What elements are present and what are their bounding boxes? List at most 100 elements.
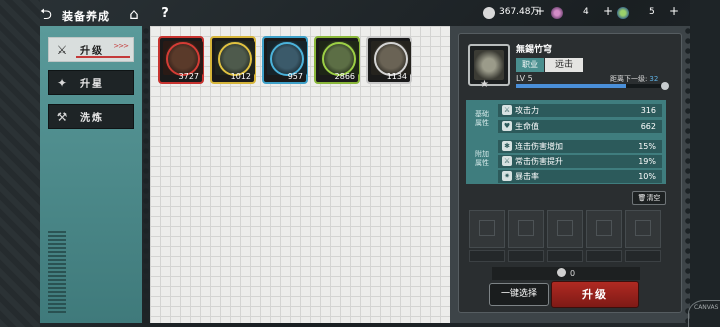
active-arrows: >>> <box>113 42 129 50</box>
stat-value: 316 <box>640 106 656 115</box>
add-silver-button[interactable]: + <box>533 5 547 19</box>
normal-hit-icon: ⚔ <box>502 156 512 166</box>
equipment-art <box>474 50 504 80</box>
material-slot[interactable] <box>547 210 583 248</box>
canvas-stamp: CANVAS <box>688 300 720 327</box>
empty-slot-icon <box>518 220 534 236</box>
stat-name: 攻击力 <box>515 106 539 115</box>
star-icon: ★ <box>480 79 489 90</box>
add-gem-button[interactable]: + <box>601 5 615 19</box>
clear-label: 清空 <box>646 194 661 202</box>
add-stamina-button[interactable]: + <box>667 5 681 19</box>
stat-value: 10% <box>638 172 656 181</box>
extra-stats-label: 附加属性 <box>475 150 489 167</box>
material-item[interactable]: 1012 <box>210 36 256 84</box>
material-slot[interactable] <box>508 210 544 248</box>
material-count: 957 <box>287 72 303 81</box>
background-stripe <box>0 0 40 327</box>
material-item[interactable]: 1134 <box>366 36 412 84</box>
slot-count <box>547 250 583 262</box>
slot-count <box>625 250 661 262</box>
silver-coin-icon <box>556 268 566 277</box>
nav-item-upgrade[interactable]: ⚔ 升级 >>> <box>48 37 134 62</box>
equipment-name: 無錫竹穹 <box>516 45 553 55</box>
next-level-label: 距离下一级: <box>610 75 648 83</box>
rarity-ring <box>166 42 200 76</box>
stat-name: 连击伤害增加 <box>515 142 563 151</box>
material-item[interactable]: 2866 <box>314 36 360 84</box>
rarity-ring <box>218 42 252 76</box>
currency-value: 5 <box>649 7 655 17</box>
cost-value: 0 <box>569 269 576 278</box>
material-slot[interactable] <box>586 210 622 248</box>
stat-name: 暴击率 <box>515 172 539 181</box>
stat-value: 15% <box>638 142 656 151</box>
equipment-level: LV 5 <box>516 74 533 83</box>
nav-item-label: 升星 <box>80 79 104 90</box>
stamina-icon <box>617 6 629 19</box>
stat-name: 生命值 <box>515 122 539 131</box>
next-level-value: 32 <box>649 75 659 83</box>
star-icon: ✦ <box>56 75 68 90</box>
combo-icon: ✱ <box>502 141 512 151</box>
job-value: 远击 <box>545 58 583 72</box>
clear-button[interactable]: 🗑清空 <box>632 191 666 205</box>
health-icon: ♥ <box>502 121 512 131</box>
empty-slot-icon <box>635 220 651 236</box>
ticket-perforation <box>684 26 692 323</box>
side-nav-panel: ⚔ 升级 >>> ✦ 升星 ⚒ 洗炼 <box>40 26 142 323</box>
nav-item-label: 洗炼 <box>80 113 104 124</box>
stat-row-crit: ✷ 暴击率 10% <box>498 170 662 183</box>
xp-bar-knob <box>661 82 669 90</box>
gem-icon <box>551 6 563 19</box>
sword-icon: ⚔ <box>56 42 68 57</box>
rarity-ring <box>374 42 408 76</box>
empty-slot-icon <box>596 220 612 236</box>
slot-count <box>508 250 544 262</box>
material-slot[interactable] <box>469 210 505 248</box>
back-arrow-icon[interactable]: ⮌ <box>40 6 62 22</box>
material-item[interactable]: 957 <box>262 36 308 84</box>
nav-item-label: 升级 <box>80 46 104 57</box>
slot-count <box>469 250 505 262</box>
perforation-edge <box>142 26 150 323</box>
stat-value: 662 <box>640 122 656 131</box>
nav-item-star-up[interactable]: ✦ 升星 <box>48 70 134 95</box>
stat-row-normal-hit: ⚔ 常击伤害提升 19% <box>498 155 662 168</box>
material-slot[interactable] <box>625 210 661 248</box>
material-count: 1134 <box>386 72 407 81</box>
nav-item-refine[interactable]: ⚒ 洗炼 <box>48 104 134 129</box>
rarity-ring <box>322 42 356 76</box>
stat-row-combo: ✱ 连击伤害增加 15% <box>498 140 662 153</box>
next-level-info: 距离下一级: 32 <box>610 74 658 84</box>
job-label: 职业 <box>516 58 544 72</box>
material-count: 1012 <box>230 72 251 81</box>
page-title: 装备养成 <box>62 10 110 23</box>
stat-value: 19% <box>638 157 656 166</box>
empty-slot-icon <box>479 220 495 236</box>
currency-gem: 4 + <box>551 4 613 21</box>
currency-value: 4 <box>583 7 589 17</box>
currency-silver: 367.48万 + <box>483 4 545 21</box>
active-underline <box>76 56 130 58</box>
home-icon[interactable]: ⌂ <box>125 5 143 23</box>
empty-slot-icon <box>557 220 573 236</box>
silver-coin-icon <box>483 6 495 19</box>
material-count: 2866 <box>334 72 355 81</box>
rarity-ring <box>270 42 304 76</box>
crit-icon: ✷ <box>502 171 512 181</box>
upgrade-button[interactable]: 升级 <box>551 281 639 308</box>
help-icon[interactable]: ? <box>158 5 172 23</box>
upgrade-cost: 0 <box>492 267 640 280</box>
top-bar: ⮌ 装备养成 ⌂ ? 367.48万 + 4 + 5 + <box>0 0 720 26</box>
currency-stamina: 5 + <box>617 4 679 21</box>
one-click-select-button[interactable]: 一键选择 <box>489 283 549 306</box>
barcode-decoration <box>48 231 66 313</box>
background-edge <box>690 0 720 327</box>
material-count: 3727 <box>178 72 199 81</box>
material-item[interactable]: 3727 <box>158 36 204 84</box>
stat-name: 常击伤害提升 <box>515 157 563 166</box>
material-list: 3727 1012 957 2866 1134 <box>158 36 418 86</box>
slot-count <box>586 250 622 262</box>
equipment-icon[interactable]: ★ <box>468 44 510 90</box>
